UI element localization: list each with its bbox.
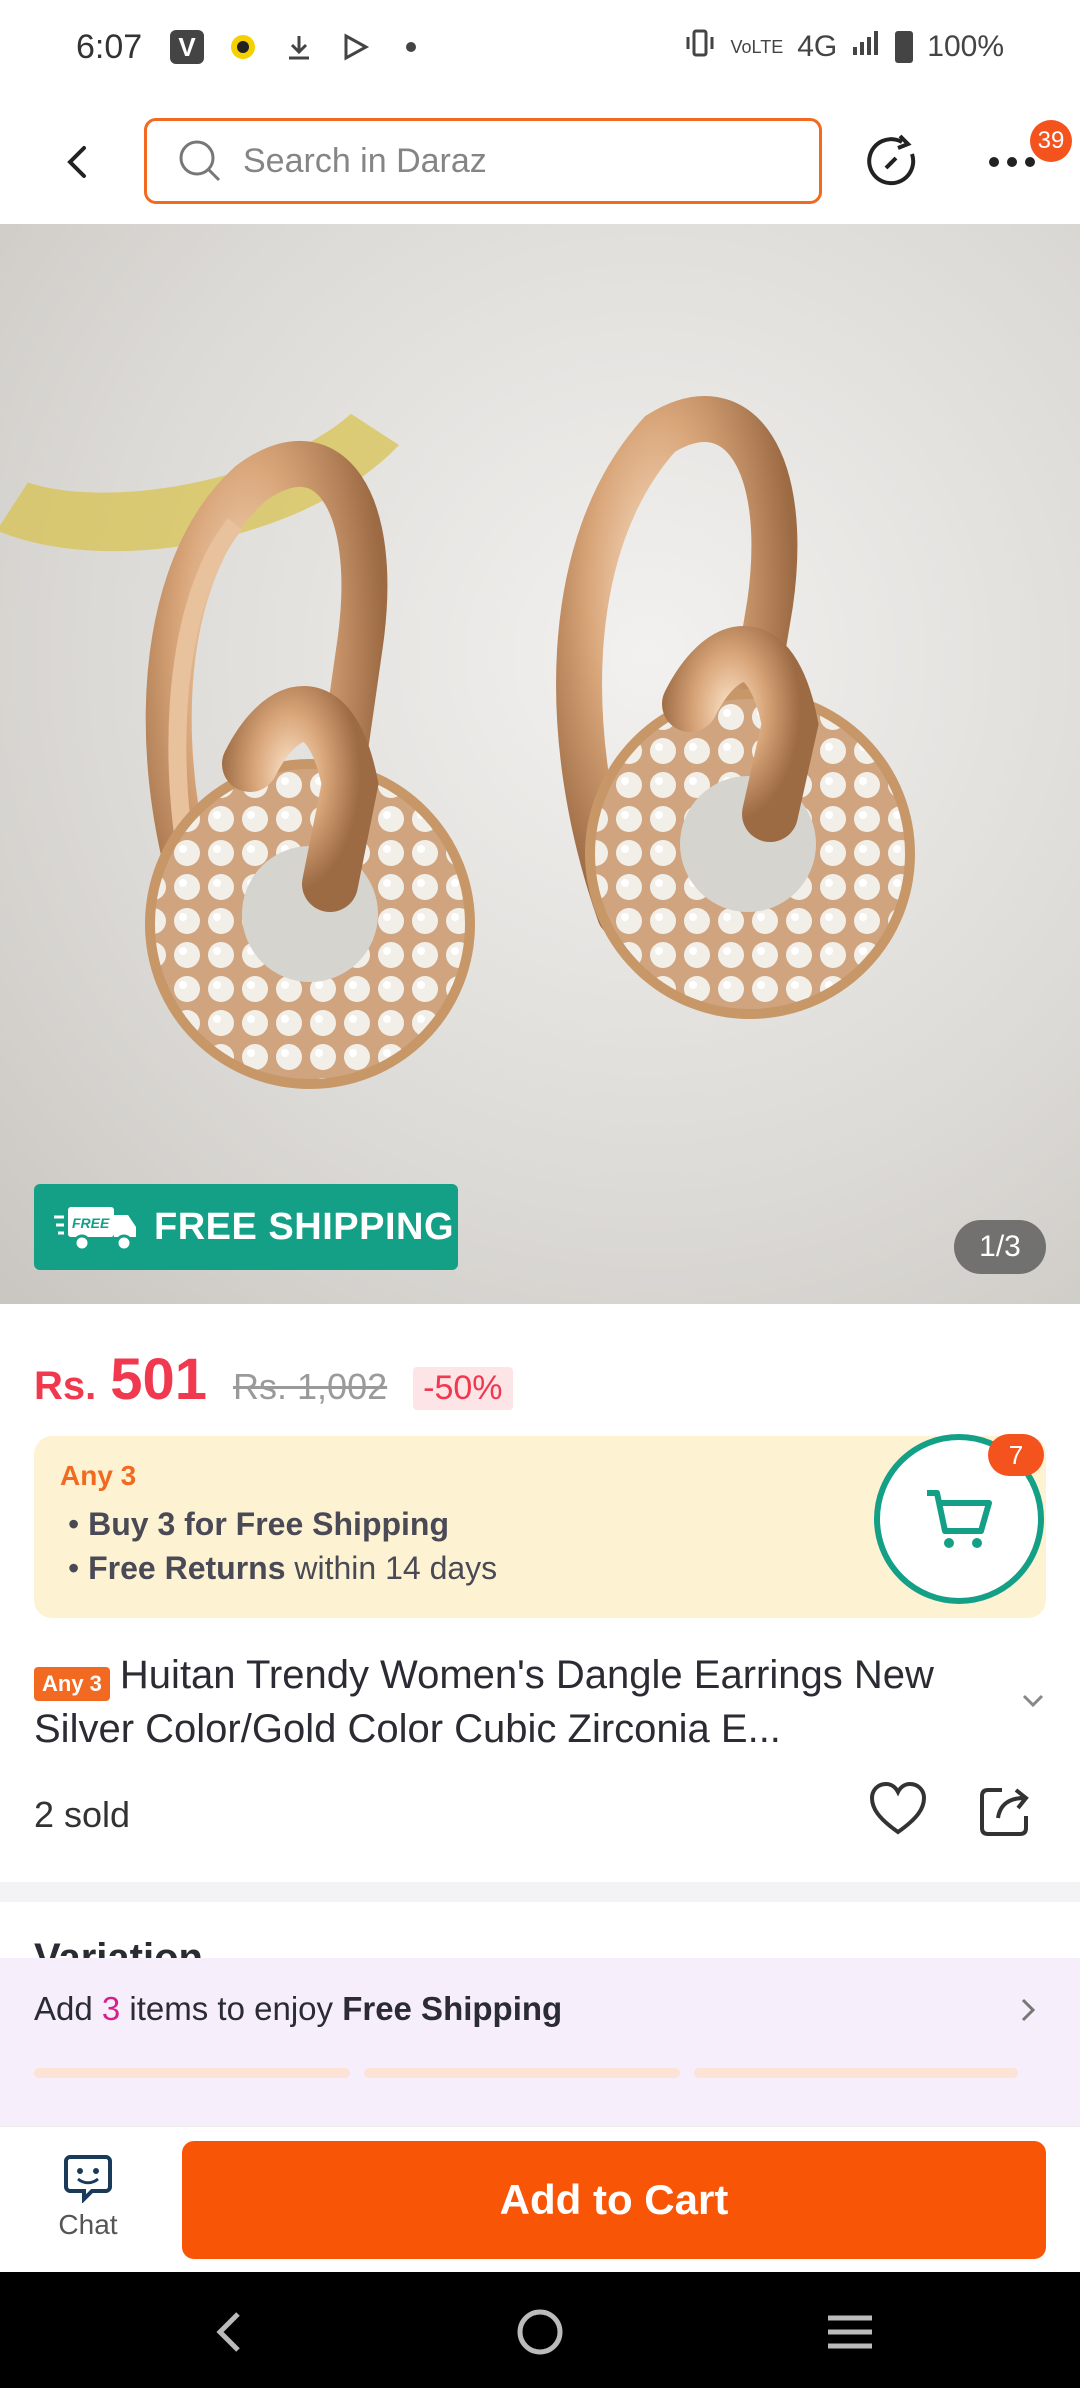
promo-line-2: • Free Returns within 14 days	[68, 1550, 498, 1586]
back-arrow-icon	[67, 146, 86, 178]
original-price: Rs. 1,002	[233, 1366, 388, 1407]
product-image-carousel[interactable]: FREE FREE SHIPPING 1/3	[0, 224, 1080, 1304]
bottom-action-bar: Chat Add to Cart	[0, 2126, 1080, 2272]
earrings-image	[145, 396, 915, 1089]
chevron-down-icon	[1022, 1694, 1044, 1708]
title-text: Huitan Trendy Women's Dangle Earrings Ne…	[34, 1653, 934, 1751]
back-chevron-icon	[216, 2312, 240, 2352]
wishlist-button[interactable]	[866, 1778, 930, 1842]
promo-line-1-text: Buy 3 for Free Shipping	[88, 1506, 450, 1542]
network-type: 4G	[797, 30, 838, 63]
top-nav: Search in Daraz 39	[0, 100, 1080, 224]
vpn-icon: V	[170, 30, 204, 64]
download-icon	[282, 30, 316, 64]
search-placeholder: Search in Daraz	[243, 141, 487, 180]
system-recents-button[interactable]	[820, 2302, 880, 2362]
add-to-cart-button[interactable]: Add to Cart	[182, 2141, 1046, 2259]
discount-badge: -50%	[413, 1367, 513, 1410]
play-store-icon	[338, 30, 372, 64]
free-shipping-progress-banner[interactable]: Add 3 items to enjoy Free Shipping	[0, 1958, 1080, 2126]
current-price: 501	[110, 1347, 208, 1412]
product-title[interactable]: Any 3 Huitan Trendy Women's Dangle Earrin…	[34, 1648, 1004, 1756]
ship-banner-text: Add 3 items to enjoy Free Shipping	[34, 1990, 562, 2028]
cart-count-badge: 7	[988, 1434, 1044, 1476]
snapchat-icon	[226, 30, 260, 64]
variation-heading: Variation	[34, 1936, 203, 1958]
system-nav-bar	[0, 2272, 1080, 2388]
status-right: VoLTE 4G 100%	[683, 28, 1004, 66]
progress-segment	[694, 2068, 1018, 2078]
progress-segment	[364, 2068, 680, 2078]
cart-icon	[927, 1490, 992, 1548]
title-tag: Any 3	[34, 1666, 110, 1701]
free-shipping-label: FREE SHIPPING	[154, 1205, 454, 1248]
dot-icon	[394, 30, 428, 64]
promo-line-2-bold: Free Returns	[88, 1550, 286, 1586]
price-currency: Rs.	[34, 1364, 97, 1408]
status-bar: 6:07 V VoLTE 4G 100%	[0, 0, 1080, 100]
ship-banner-count: 3	[101, 1990, 121, 2027]
promo-line-2-rest: within 14 days	[285, 1550, 498, 1586]
system-home-button[interactable]	[510, 2302, 570, 2362]
delivery-truck-icon: FREE	[54, 1207, 136, 1252]
battery-icon	[895, 31, 914, 63]
back-button[interactable]	[50, 134, 106, 190]
share-icon	[980, 1788, 1029, 1836]
notification-badge: 39	[1030, 120, 1072, 162]
section-divider	[0, 1882, 1080, 1902]
ship-banner-middle: items to enjoy	[120, 1990, 343, 2027]
image-counter: 1/3	[954, 1220, 1046, 1274]
sold-count: 2 sold	[34, 1794, 131, 1835]
share-button[interactable]	[974, 1778, 1038, 1842]
promo-tag: Any 3	[60, 1460, 137, 1491]
price-row: Rs. 501 Rs. 1,002 -50%	[34, 1346, 513, 1413]
search-icon	[179, 140, 221, 182]
battery-level: 100%	[927, 30, 1004, 63]
title-expand-button[interactable]	[1016, 1684, 1050, 1718]
progress-segment	[34, 2068, 350, 2078]
promo-line-1: • Buy 3 for Free Shipping	[68, 1506, 450, 1542]
ship-banner-prefix: Add	[34, 1990, 102, 2027]
status-time: 6:07	[76, 28, 143, 66]
chevron-right-icon	[1021, 1998, 1036, 2022]
heart-icon	[869, 1781, 927, 1835]
more-dots-icon	[989, 157, 1035, 167]
recents-lines-icon	[828, 2315, 872, 2349]
search-input[interactable]: Search in Daraz	[144, 118, 822, 204]
signal-icon	[851, 29, 881, 65]
refresh-icon	[867, 134, 916, 186]
vibrate-icon	[683, 28, 717, 66]
chat-button[interactable]: Chat	[40, 2151, 136, 2261]
volte-icon: VoLTE	[730, 37, 784, 57]
refresh-button[interactable]	[862, 130, 926, 194]
truck-free-text: FREE	[72, 1215, 110, 1231]
ship-banner-bold: Free Shipping	[342, 1990, 563, 2027]
home-circle-icon	[517, 2309, 563, 2355]
status-left-icons: V	[170, 30, 428, 64]
system-back-button[interactable]	[198, 2302, 258, 2362]
chat-icon	[64, 2155, 112, 2203]
free-shipping-badge: FREE FREE SHIPPING	[34, 1184, 458, 1270]
chat-label: Chat	[58, 2209, 118, 2240]
